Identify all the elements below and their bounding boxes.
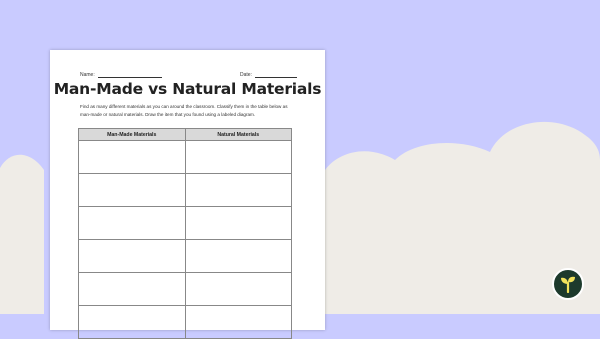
table-row <box>78 173 292 207</box>
column-header-natural: Natural Materials <box>184 128 292 141</box>
name-line <box>97 72 162 78</box>
table-row <box>78 206 292 240</box>
worksheet-instructions: Find as many different materials as you … <box>80 104 288 117</box>
table-cell <box>78 239 186 273</box>
table-cell <box>184 140 292 174</box>
table-cell <box>78 206 186 240</box>
table-cell <box>78 173 186 207</box>
table-row <box>78 239 292 273</box>
name-label: Name: <box>80 72 95 78</box>
table-cell <box>184 206 292 240</box>
date-field: Date: <box>240 72 297 78</box>
materials-table: Man-Made Materials Natural Materials <box>78 128 292 339</box>
date-line <box>254 72 297 78</box>
brand-logo <box>552 268 584 300</box>
name-field: Name: <box>80 72 162 78</box>
worksheet-page: Name: Date: Man-Made vs Natural Material… <box>50 50 325 339</box>
table-cell <box>78 272 186 306</box>
table-cell <box>184 272 292 306</box>
worksheet-title: Man-Made vs Natural Materials <box>53 80 322 98</box>
sprout-icon <box>561 276 575 293</box>
table-row <box>78 140 292 174</box>
column-header-man-made: Man-Made Materials <box>78 128 186 141</box>
table-body <box>78 140 292 339</box>
table-cell <box>184 305 292 339</box>
table-cell <box>184 239 292 273</box>
table-cell <box>78 140 186 174</box>
table-row <box>78 305 292 339</box>
table-cell <box>184 173 292 207</box>
table-row <box>78 272 292 306</box>
date-label: Date: <box>240 72 252 78</box>
table-cell <box>78 305 186 339</box>
